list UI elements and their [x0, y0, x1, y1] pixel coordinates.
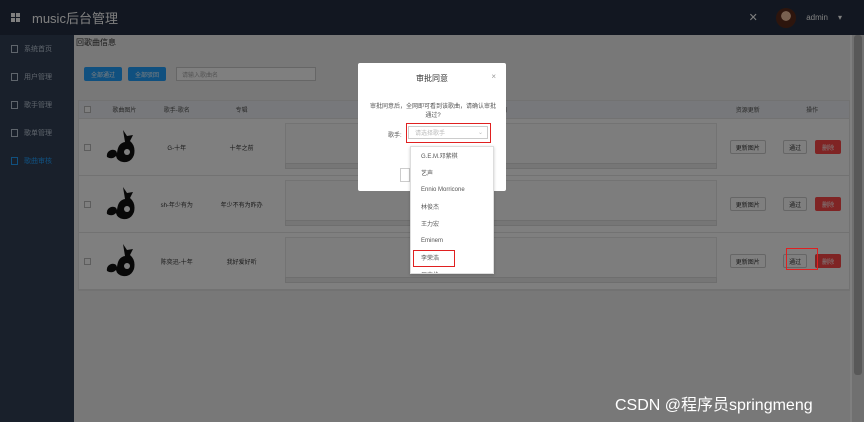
highlight-box [413, 250, 455, 267]
close-icon[interactable]: × [491, 72, 496, 81]
watermark: CSDN @程序员springmeng [615, 397, 813, 414]
dropdown-option[interactable]: 王力宏 [411, 215, 493, 232]
dropdown-option[interactable]: G.E.M.邓紫棋 [411, 147, 493, 164]
dropdown-option[interactable]: 周杰伦 [411, 266, 493, 273]
dropdown-option[interactable]: Ennio Morricone [411, 181, 493, 198]
singer-label: 歌手: [388, 133, 402, 139]
dropdown-option[interactable]: 艺声 [411, 164, 493, 181]
dropdown-option[interactable]: Eminem [411, 232, 493, 249]
dialog-cancel-button[interactable] [400, 168, 410, 182]
dropdown-option[interactable]: 林俊杰 [411, 198, 493, 215]
dialog-message: 审批同意后，全网即可看到该歌曲，请确认审批通过? [369, 104, 496, 119]
dialog-title: 审批同意 [416, 74, 448, 83]
highlight-box [786, 248, 818, 270]
highlight-box [406, 123, 491, 143]
